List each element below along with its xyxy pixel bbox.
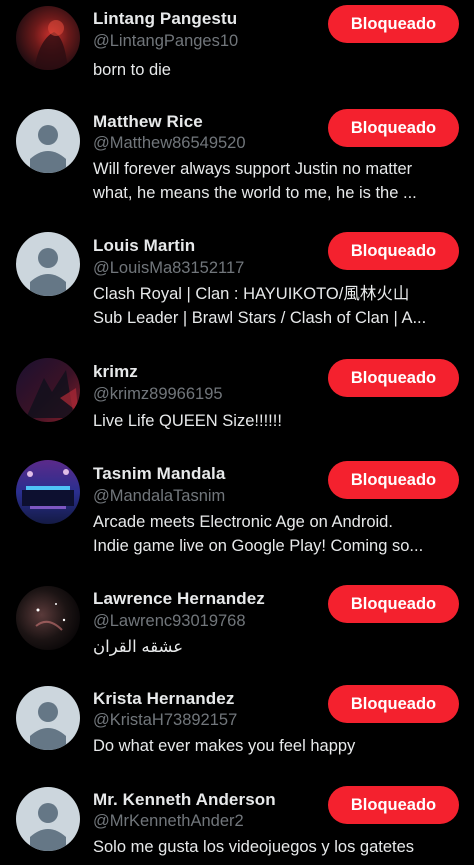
user-bio-line: Live Life QUEEN Size!!!!!! bbox=[93, 412, 282, 430]
avatar-photo-icon bbox=[16, 358, 80, 422]
blocked-user-row[interactable]: Krista Hernandez @KristaH73892157 Do wha… bbox=[0, 678, 474, 780]
blocked-user-row[interactable]: Matthew Rice @Matthew86549520 Will forev… bbox=[0, 100, 474, 222]
user-avatar[interactable] bbox=[16, 6, 80, 70]
user-bio: Clash Royal | Clan : HAYUIKOTO/風林火山 Sub … bbox=[93, 282, 463, 330]
blocked-user-row[interactable]: krimz @krimz89966195 Live Life QUEEN Siz… bbox=[0, 348, 474, 450]
avatar-photo-icon bbox=[16, 6, 80, 70]
user-handle: @LouisMa83152117 bbox=[93, 259, 245, 277]
user-display-name[interactable]: Lintang Pangestu bbox=[93, 9, 237, 29]
user-bio-line: born to die bbox=[93, 61, 171, 79]
user-bio-line: Sub Leader | Brawl Stars / Clash of Clan… bbox=[93, 309, 427, 327]
user-display-name[interactable]: Tasnim Mandala bbox=[93, 464, 225, 484]
user-display-name[interactable]: Krista Hernandez bbox=[93, 689, 234, 709]
avatar-photo-icon bbox=[16, 460, 80, 524]
user-display-name[interactable]: krimz bbox=[93, 362, 138, 382]
user-bio: born to die bbox=[93, 58, 463, 82]
user-avatar[interactable] bbox=[16, 358, 80, 422]
blocked-toggle-button[interactable]: Bloqueado bbox=[328, 109, 459, 147]
user-bio: Will forever always support Justin no ma… bbox=[93, 157, 463, 205]
user-display-name[interactable]: Lawrence Hernandez bbox=[93, 589, 265, 609]
blocked-accounts-list: Lintang Pangestu @LintangPanges10 born t… bbox=[0, 0, 474, 865]
user-display-name[interactable]: Matthew Rice bbox=[93, 112, 203, 132]
user-bio-line: Do what ever makes you feel happy bbox=[93, 737, 356, 755]
user-bio-line: Will forever always support Justin no ma… bbox=[93, 160, 413, 178]
user-avatar[interactable] bbox=[16, 109, 80, 173]
user-handle: @KristaH73892157 bbox=[93, 711, 238, 729]
user-handle: @LintangPanges10 bbox=[93, 32, 239, 50]
user-handle: @Matthew86549520 bbox=[93, 134, 246, 152]
user-bio: Live Life QUEEN Size!!!!!! bbox=[93, 409, 463, 433]
user-display-name[interactable]: Mr. Kenneth Anderson bbox=[93, 790, 276, 810]
default-avatar-icon bbox=[16, 686, 80, 750]
blocked-toggle-button[interactable]: Bloqueado bbox=[328, 461, 459, 499]
blocked-user-row[interactable]: Lintang Pangestu @LintangPanges10 born t… bbox=[0, 0, 474, 100]
blocked-toggle-button[interactable]: Bloqueado bbox=[328, 685, 459, 723]
user-bio: Solo me gusta los videojuegos y los gate… bbox=[93, 835, 463, 859]
blocked-user-row[interactable]: Tasnim Mandala @MandalaTasnim Arcade mee… bbox=[0, 450, 474, 576]
user-handle: @Lawrenc93019768 bbox=[93, 612, 246, 630]
user-bio-line: Solo me gusta los videojuegos y los gate… bbox=[93, 838, 415, 856]
default-avatar-icon bbox=[16, 109, 80, 173]
blocked-user-row[interactable]: Lawrence Hernandez @Lawrenc93019768 عشقه… bbox=[0, 576, 474, 678]
user-avatar[interactable] bbox=[16, 686, 80, 750]
user-handle: @krimz89966195 bbox=[93, 385, 223, 403]
default-avatar-icon bbox=[16, 787, 80, 851]
user-avatar[interactable] bbox=[16, 232, 80, 296]
user-display-name[interactable]: Louis Martin bbox=[93, 236, 195, 256]
blocked-user-row[interactable]: Mr. Kenneth Anderson @MrKennethAnder2 So… bbox=[0, 780, 474, 865]
user-handle: @MrKennethAnder2 bbox=[93, 812, 244, 830]
user-bio-line: what, he means the world to me, he is th… bbox=[93, 184, 417, 202]
user-bio: Do what ever makes you feel happy bbox=[93, 734, 463, 758]
user-bio-line: Clash Royal | Clan : HAYUIKOTO/風林火山 bbox=[93, 285, 410, 303]
user-bio: عشقه القران bbox=[93, 635, 463, 659]
blocked-toggle-button[interactable]: Bloqueado bbox=[328, 5, 459, 43]
user-bio-line: عشقه القران bbox=[93, 638, 184, 656]
blocked-toggle-button[interactable]: Bloqueado bbox=[328, 359, 459, 397]
blocked-toggle-button[interactable]: Bloqueado bbox=[328, 585, 459, 623]
blocked-toggle-button[interactable]: Bloqueado bbox=[328, 232, 459, 270]
blocked-user-row[interactable]: Louis Martin @LouisMa83152117 Clash Roya… bbox=[0, 222, 474, 348]
blocked-toggle-button[interactable]: Bloqueado bbox=[328, 786, 459, 824]
user-bio-line: Indie game live on Google Play! Coming s… bbox=[93, 537, 424, 555]
default-avatar-icon bbox=[16, 232, 80, 296]
user-bio: Arcade meets Electronic Age on Android. … bbox=[93, 510, 463, 558]
user-bio-line: Arcade meets Electronic Age on Android. bbox=[93, 513, 393, 531]
user-avatar[interactable] bbox=[16, 787, 80, 851]
avatar-photo-icon bbox=[16, 586, 80, 650]
user-avatar[interactable] bbox=[16, 460, 80, 524]
user-handle: @MandalaTasnim bbox=[93, 487, 226, 505]
user-avatar[interactable] bbox=[16, 586, 80, 650]
